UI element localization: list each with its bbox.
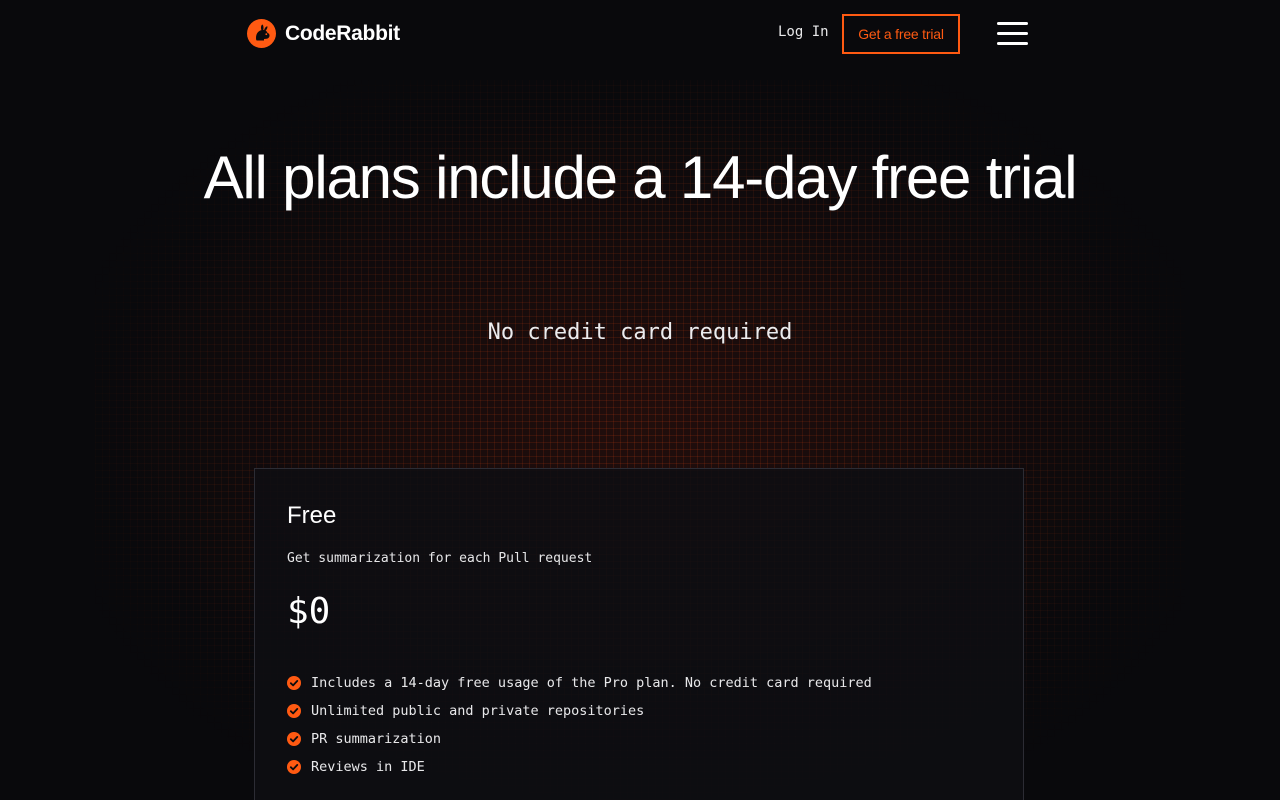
site-header: CodeRabbit Log In Get a free trial	[0, 0, 1280, 68]
plan-feature-text: Unlimited public and private repositorie…	[311, 703, 645, 719]
check-circle-icon	[287, 732, 301, 746]
check-circle-icon	[287, 704, 301, 718]
get-free-trial-button[interactable]: Get a free trial	[842, 14, 960, 54]
plan-card-free: Free Get summarization for each Pull req…	[254, 468, 1024, 800]
brand-logo-link[interactable]: CodeRabbit	[247, 19, 400, 48]
rabbit-logo-icon	[247, 19, 276, 48]
plan-name: Free	[287, 502, 337, 529]
plan-feature-item: Includes a 14-day free usage of the Pro …	[287, 669, 872, 697]
plan-feature-item: Unlimited public and private repositorie…	[287, 697, 872, 725]
plan-price: $0	[287, 591, 331, 632]
brand-name: CodeRabbit	[285, 21, 400, 45]
hamburger-menu-icon[interactable]	[997, 21, 1028, 47]
plan-feature-item: Reviews in IDE	[287, 753, 872, 781]
hero-title: All plans include a 14-day free trial	[203, 144, 1078, 211]
plan-feature-item: PR summarization	[287, 725, 872, 753]
check-circle-icon	[287, 676, 301, 690]
plan-description: Get summarization for each Pull request	[287, 551, 593, 566]
check-circle-icon	[287, 760, 301, 774]
login-link[interactable]: Log In	[778, 24, 829, 40]
hero-subtitle: No credit card required	[487, 320, 793, 345]
plan-feature-text: Includes a 14-day free usage of the Pro …	[311, 675, 872, 691]
pricing-page: CodeRabbit Log In Get a free trial All p…	[0, 0, 1280, 800]
plan-feature-text: Reviews in IDE	[311, 759, 425, 775]
plan-feature-text: PR summarization	[311, 731, 442, 747]
plan-feature-list: Includes a 14-day free usage of the Pro …	[287, 669, 872, 781]
